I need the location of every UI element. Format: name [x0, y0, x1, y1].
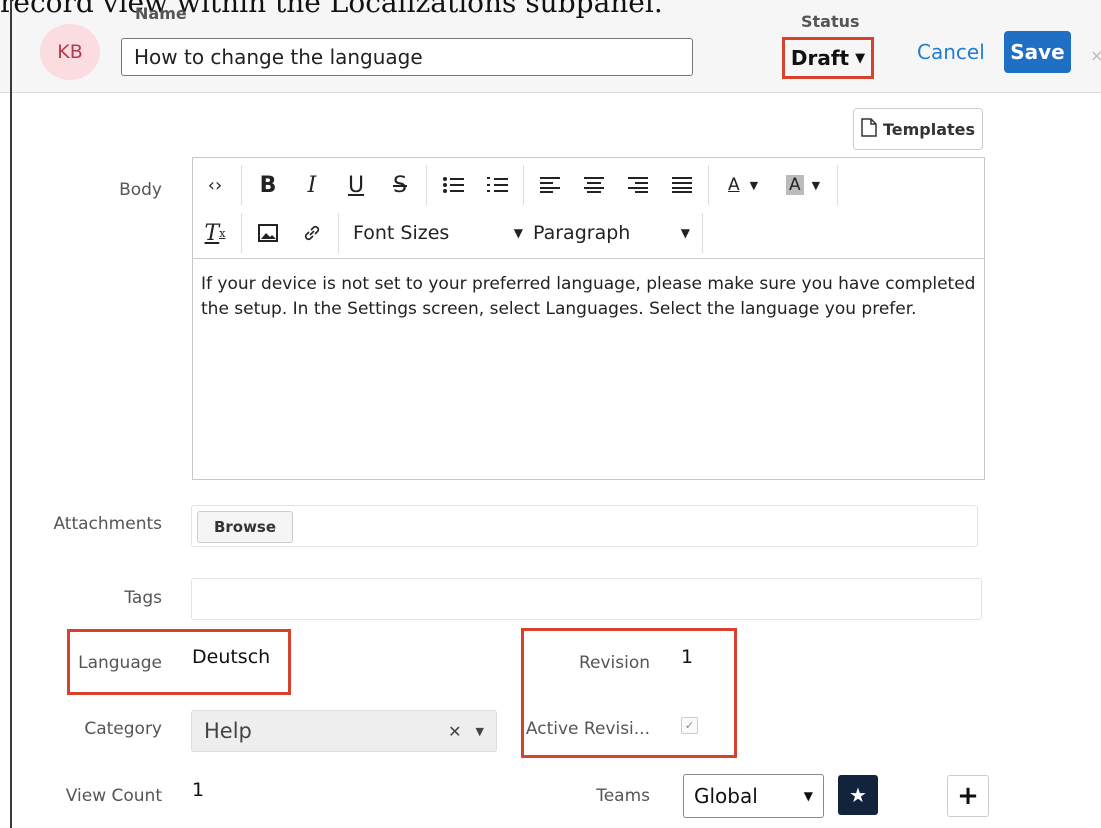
numbered-list-icon[interactable] — [475, 165, 519, 205]
browse-button[interactable]: Browse — [197, 511, 293, 543]
caret-down-icon: ▼ — [513, 226, 523, 240]
attachments-field — [191, 505, 978, 547]
editor-content[interactable]: If your device is not set to your prefer… — [201, 272, 976, 322]
view-count-value: 1 — [192, 779, 205, 801]
italic-button[interactable]: I — [290, 165, 334, 205]
status-dropdown[interactable]: Draft ▼ — [782, 37, 874, 79]
revision-value: 1 — [681, 646, 694, 668]
name-field[interactable]: How to change the language — [121, 38, 693, 76]
editor-toolbar-row-1: ‹› B I U S A ▼ A ▼ — [193, 160, 842, 210]
clear-icon[interactable]: ✕ — [448, 722, 461, 741]
bold-button[interactable]: B — [246, 165, 290, 205]
active-revision-checkbox[interactable]: ✓ — [681, 717, 698, 734]
caret-down-icon: ▼ — [855, 50, 866, 66]
align-center-icon[interactable] — [572, 165, 616, 205]
language-label: Language — [78, 653, 162, 673]
view-count-label: View Count — [65, 786, 162, 806]
font-sizes-dropdown[interactable]: Font Sizes ▼ — [343, 222, 533, 244]
revision-label: Revision — [578, 653, 650, 673]
left-border — [10, 0, 12, 828]
body-label: Body — [119, 180, 162, 200]
rich-text-editor: ‹› B I U S A ▼ A ▼ T x Font Sizes ▼ Para… — [192, 157, 985, 480]
align-justify-icon[interactable] — [660, 165, 704, 205]
paragraph-dropdown[interactable]: Paragraph ▼ — [533, 222, 698, 244]
star-icon: ★ — [849, 783, 867, 807]
paragraph-label: Paragraph — [533, 222, 631, 244]
templates-label: Templates — [882, 119, 976, 139]
align-right-icon[interactable] — [616, 165, 660, 205]
status-value: Draft — [790, 46, 850, 70]
active-revision-label: Active Revisi... — [525, 719, 650, 739]
language-value: Deutsch — [192, 646, 271, 668]
source-code-icon[interactable]: ‹› — [193, 165, 237, 205]
background-color-icon[interactable]: A ▼ — [773, 165, 833, 205]
attachments-label: Attachments — [53, 514, 162, 534]
link-icon[interactable] — [290, 213, 334, 253]
tags-label: Tags — [124, 588, 162, 608]
cancel-button[interactable]: Cancel — [917, 40, 985, 64]
category-label: Category — [84, 719, 162, 739]
teams-select[interactable]: Global ▼ — [683, 774, 824, 818]
clear-formatting-icon[interactable]: Tx — [193, 213, 237, 253]
editor-toolbar-row-2: Tx Font Sizes ▼ Paragraph ▼ — [193, 208, 707, 258]
save-button[interactable]: Save — [1004, 31, 1071, 73]
teams-label: Teams — [596, 786, 650, 806]
primary-team-star-button[interactable]: ★ — [838, 775, 878, 815]
templates-button[interactable]: Templates — [853, 108, 983, 150]
caret-down-icon: ▼ — [803, 789, 813, 803]
teams-value: Global — [694, 784, 758, 808]
caret-down-icon: ▼ — [475, 724, 484, 738]
underline-button[interactable]: U — [334, 165, 378, 205]
status-label: Status — [801, 12, 860, 31]
avatar: KB — [40, 24, 100, 80]
font-sizes-label: Font Sizes — [353, 222, 450, 244]
tags-input[interactable] — [191, 578, 982, 620]
bullet-list-icon[interactable] — [431, 165, 475, 205]
category-value: Help — [204, 719, 252, 743]
plus-icon: + — [957, 781, 979, 811]
page-caption: record view within the Localizations sub… — [0, 0, 663, 19]
document-icon — [861, 117, 877, 141]
close-icon[interactable]: × — [1090, 46, 1101, 65]
category-select[interactable]: Help ✕ ▼ — [191, 710, 497, 752]
image-icon[interactable] — [246, 213, 290, 253]
caret-down-icon: ▼ — [680, 226, 690, 240]
name-label: Name — [135, 4, 187, 23]
text-color-icon[interactable]: A ▼ — [713, 165, 773, 205]
align-left-icon[interactable] — [528, 165, 572, 205]
add-team-button[interactable]: + — [947, 775, 989, 817]
strikethrough-button[interactable]: S — [378, 165, 422, 205]
